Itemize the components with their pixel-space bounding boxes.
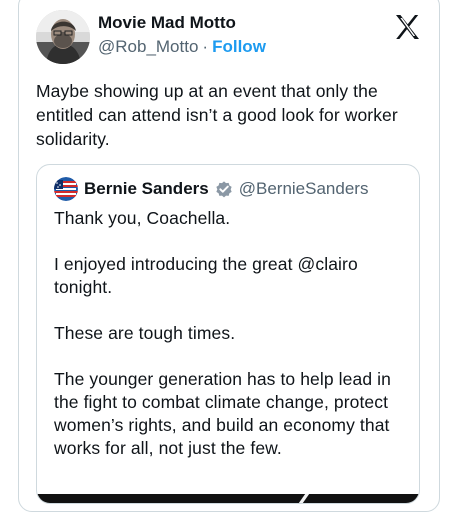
meta-separator: · bbox=[202, 37, 209, 56]
quoted-tweet-header: Bernie Sanders @BernieSanders bbox=[54, 176, 404, 202]
quoted-paragraph-4: The younger generation has to help lead … bbox=[54, 369, 391, 458]
quoted-tweet-text: Thank you, Coachella. I enjoyed introduc… bbox=[54, 207, 404, 483]
follow-button[interactable]: Follow bbox=[212, 36, 266, 58]
quoted-media-strip[interactable] bbox=[37, 494, 419, 503]
x-logo-icon[interactable] bbox=[392, 12, 422, 42]
quoted-paragraph-1: Thank you, Coachella. bbox=[54, 208, 231, 228]
quoted-paragraph-2: I enjoyed introducing the great @clairo … bbox=[54, 254, 358, 297]
quoted-author-name[interactable]: Bernie Sanders bbox=[84, 178, 209, 200]
quoted-paragraph-3: These are tough times. bbox=[54, 323, 236, 343]
tweet-header: Movie Mad Motto @Rob_Motto · Follow bbox=[36, 8, 422, 66]
author-meta: @Rob_Motto · Follow bbox=[98, 36, 348, 58]
quoted-author-handle[interactable]: @BernieSanders bbox=[239, 178, 369, 200]
media-highlight bbox=[298, 494, 310, 503]
tweet-text: Maybe showing up at an event that only t… bbox=[36, 81, 398, 149]
author-handle[interactable]: @Rob_Motto bbox=[98, 36, 198, 58]
author-avatar[interactable] bbox=[36, 10, 90, 64]
author-info: Movie Mad Motto @Rob_Motto · Follow bbox=[98, 12, 348, 58]
verified-badge-icon bbox=[216, 181, 232, 198]
quoted-tweet[interactable]: Bernie Sanders @BernieSanders Thank you,… bbox=[36, 164, 420, 504]
author-name[interactable]: Movie Mad Motto bbox=[98, 12, 348, 34]
quoted-author-avatar[interactable] bbox=[54, 177, 78, 201]
